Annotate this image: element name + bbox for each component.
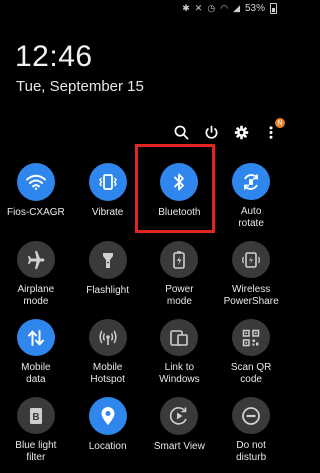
tile-label: Mobile data: [21, 362, 51, 385]
tile-wifi[interactable]: Fios-CXAGR: [0, 160, 72, 230]
search-icon[interactable]: [173, 124, 189, 140]
tile-label: Flashlight: [86, 285, 130, 296]
tile-flashlight[interactable]: Flashlight: [72, 238, 144, 308]
notification-badge: N: [275, 118, 285, 128]
tile-location[interactable]: Location: [72, 394, 144, 464]
tile-label: Vibrate: [91, 207, 124, 218]
tile-label: Scan QR code: [230, 362, 272, 385]
tile-blue-light-filter[interactable]: B Blue light filter: [0, 394, 72, 464]
tile-scan-qr-code[interactable]: Scan QR code: [215, 316, 287, 386]
clock-time: 12:46: [15, 40, 93, 73]
tile-label: Mobile Hotspot: [90, 362, 125, 385]
wifi-status-icon: ◠: [220, 2, 229, 13]
tile-power-mode[interactable]: Power mode: [144, 238, 216, 308]
tile-label: Location: [88, 441, 127, 452]
quick-panel-actions: N: [173, 118, 285, 140]
airplane-icon[interactable]: [16, 241, 55, 278]
signal-status-icon: ◢: [233, 2, 240, 13]
hotspot-icon[interactable]: [88, 319, 127, 356]
tile-label: Fios-CXAGR: [6, 207, 65, 218]
tile-mobile-data[interactable]: Mobile data: [0, 316, 72, 386]
battery-percent: 53%: [244, 2, 265, 14]
link-to-windows-icon[interactable]: [160, 319, 199, 356]
qr-code-icon[interactable]: [232, 319, 271, 356]
alarm-status-icon: ◷: [207, 2, 216, 13]
wifi-icon[interactable]: [16, 163, 55, 201]
tile-vibrate[interactable]: Vibrate: [72, 160, 144, 230]
tile-label: Link to Windows: [159, 362, 200, 385]
bluetooth-highlight-box: [135, 144, 215, 233]
tile-auto-rotate[interactable]: Auto rotate: [215, 160, 287, 230]
tile-label: Blue light filter: [15, 440, 57, 463]
tile-smart-view[interactable]: Smart View: [144, 394, 216, 464]
blue-light-filter-icon[interactable]: B: [16, 397, 55, 434]
power-mode-icon[interactable]: [160, 241, 199, 278]
clock-date: Tue, September 15: [16, 78, 144, 95]
tile-airplane-mode[interactable]: Airplane mode: [0, 238, 72, 308]
mute-status-icon: ✕: [194, 2, 203, 13]
tile-mobile-hotspot[interactable]: Mobile Hotspot: [72, 316, 144, 386]
more-options-icon[interactable]: N: [263, 118, 285, 140]
tile-label: Power mode: [165, 284, 194, 307]
tile-label: Auto rotate: [238, 206, 264, 229]
tile-label: Smart View: [153, 441, 205, 452]
bluetooth-status-icon: ✱: [182, 2, 190, 13]
tile-label: Wireless PowerShare: [223, 284, 279, 307]
wireless-powershare-icon[interactable]: [232, 241, 271, 278]
gear-icon[interactable]: [233, 124, 249, 140]
mobile-data-icon[interactable]: [16, 319, 55, 356]
tile-do-not-disturb[interactable]: Do not disturb: [215, 394, 287, 464]
auto-rotate-icon[interactable]: [232, 163, 271, 200]
tile-label: Airplane mode: [17, 284, 55, 307]
svg-text:B: B: [32, 412, 39, 423]
flashlight-icon[interactable]: [88, 241, 127, 279]
status-bar: ✱ ✕ ◷ ◠ ◢ 53%: [182, 0, 277, 16]
battery-icon: [270, 2, 277, 14]
smart-view-icon[interactable]: [160, 397, 199, 435]
tile-wireless-powershare[interactable]: Wireless PowerShare: [215, 238, 287, 308]
location-icon[interactable]: [88, 397, 127, 435]
tile-label: Do not disturb: [236, 440, 267, 463]
vibrate-icon[interactable]: [88, 163, 127, 201]
power-icon[interactable]: [203, 124, 219, 140]
tile-link-to-windows[interactable]: Link to Windows: [144, 316, 216, 386]
do-not-disturb-icon[interactable]: [232, 397, 271, 434]
